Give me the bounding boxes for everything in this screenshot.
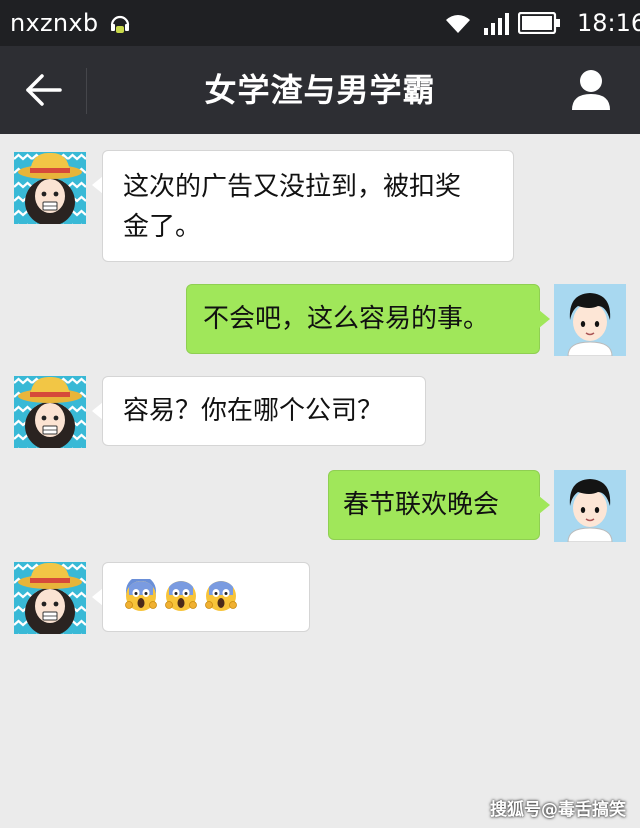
message-text: 金了。 <box>123 212 202 242</box>
bubble-tail <box>539 496 550 514</box>
carrier-name: nxznxb <box>10 9 99 37</box>
scream-emoji-icon <box>205 581 237 611</box>
message-bubble-sent[interactable]: 春节联欢晚会 <box>328 470 540 540</box>
message-text: 春节联欢晚会 <box>343 490 500 520</box>
message-bubble-received[interactable]: 这次的广告又没拉到，被扣奖 金了。 <box>102 150 514 262</box>
bubble-tail <box>539 310 550 328</box>
scream-emoji-icon <box>125 579 157 611</box>
contact-avatar[interactable] <box>14 376 86 448</box>
message-bubble-received[interactable] <box>102 562 310 632</box>
header-divider <box>86 68 87 114</box>
message-text: 这次的广告又没拉到，被扣奖 <box>123 172 462 202</box>
back-button[interactable] <box>20 68 68 112</box>
wifi-icon <box>443 13 473 39</box>
contact-avatar[interactable] <box>14 562 86 634</box>
emoji-row <box>125 573 287 613</box>
person-icon <box>572 70 610 110</box>
contact-avatar[interactable] <box>14 152 86 224</box>
message-text: 容易？你在哪个公司？ <box>123 396 384 426</box>
message-text: 不会吧，这么容易的事。 <box>203 304 490 334</box>
message-bubble-received[interactable]: 容易？你在哪个公司？ <box>102 376 426 446</box>
user-avatar[interactable] <box>554 470 626 542</box>
arrow-left-icon <box>26 74 62 106</box>
chat-header: 女学渣与男学霸 <box>0 46 640 134</box>
battery-icon <box>517 11 562 38</box>
status-bar: nxznxb 18:16 <box>0 0 640 46</box>
headset-icon <box>108 12 132 40</box>
chat-info-button[interactable] <box>566 66 616 114</box>
chat-title: 女学渣与男学霸 <box>204 71 436 109</box>
user-avatar[interactable] <box>554 284 626 356</box>
message-bubble-sent[interactable]: 不会吧，这么容易的事。 <box>186 284 540 354</box>
watermark: 搜狐号@毒舌搞笑 <box>490 800 626 820</box>
scream-emoji-icon <box>165 581 197 611</box>
clock: 18:16 <box>577 9 640 37</box>
signal-icon <box>483 12 511 40</box>
